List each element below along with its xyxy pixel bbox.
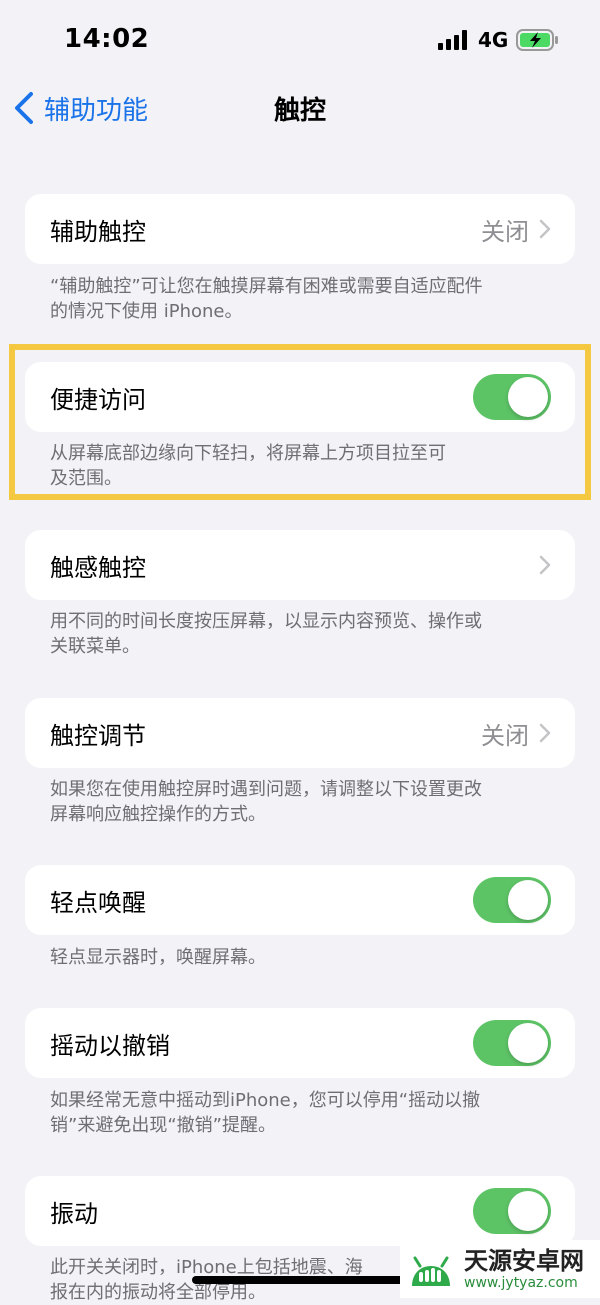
touch-accommodations-row[interactable]: 触控调节 关闭 bbox=[25, 698, 575, 768]
chevron-right-icon bbox=[539, 219, 551, 239]
row-label: 辅助触控 bbox=[50, 217, 146, 246]
tap-to-wake-toggle[interactable] bbox=[473, 877, 551, 923]
row-value: 关闭 bbox=[481, 217, 529, 246]
toggle-knob bbox=[508, 1191, 548, 1231]
row-label: 触感触控 bbox=[50, 553, 146, 582]
shake-to-undo-footnote: 如果经常无意中摇动到iPhone，您可以停用“摇动以撤 销”来避免出现“撤销”提… bbox=[50, 1090, 481, 1136]
android-logo-icon bbox=[412, 1256, 450, 1286]
tap-to-wake-row: 轻点唤醒 bbox=[25, 865, 575, 935]
tap-to-wake-footnote: 轻点显示器时，唤醒屏幕。 bbox=[50, 947, 266, 968]
reachability-row: 便捷访问 bbox=[25, 362, 575, 432]
battery-charging-icon bbox=[516, 29, 558, 51]
touch-accommodations-footnote: 如果您在使用触控屏时遇到问题，请调整以下设置更改 屏幕响应触控操作的方式。 bbox=[50, 779, 482, 825]
vibration-row: 振动 bbox=[25, 1176, 575, 1246]
toggle-knob bbox=[508, 377, 548, 417]
shake-to-undo-row: 摇动以撤销 bbox=[25, 1008, 575, 1078]
cellular-signal-icon bbox=[438, 30, 467, 50]
row-value: 关闭 bbox=[481, 721, 529, 750]
toggle-knob bbox=[508, 1023, 548, 1063]
status-bar: 14:02 4G bbox=[0, 0, 600, 80]
network-type: 4G bbox=[478, 28, 509, 52]
row-label: 摇动以撤销 bbox=[50, 1031, 170, 1060]
navigation-bar: 辅助功能 触控 bbox=[0, 80, 600, 136]
row-label: 轻点唤醒 bbox=[50, 888, 146, 917]
watermark-name: 天源安卓网 bbox=[464, 1247, 584, 1275]
vibration-toggle[interactable] bbox=[473, 1188, 551, 1234]
page-title: 触控 bbox=[273, 96, 326, 126]
status-time: 14:02 bbox=[64, 24, 150, 54]
row-label: 振动 bbox=[50, 1199, 98, 1228]
row-label: 便捷访问 bbox=[50, 385, 146, 414]
watermark-url: www.jytyaz.com bbox=[464, 1275, 578, 1291]
home-indicator[interactable] bbox=[192, 1276, 408, 1284]
watermark: 天源安卓网 www.jytyaz.com bbox=[400, 1240, 600, 1298]
row-label: 触控调节 bbox=[50, 721, 146, 750]
shake-to-undo-toggle[interactable] bbox=[473, 1020, 551, 1066]
reachability-toggle[interactable] bbox=[473, 374, 551, 420]
assistive-touch-footnote: “辅助触控”可让您在触摸屏幕有困难或需要自适应配件 的情况下使用 iPhone。 bbox=[50, 276, 483, 322]
haptic-touch-row[interactable]: 触感触控 bbox=[25, 530, 575, 600]
chevron-right-icon bbox=[539, 555, 551, 575]
haptic-touch-footnote: 用不同的时间长度按压屏幕，以显示内容预览、操作或 关联菜单。 bbox=[50, 611, 482, 657]
toggle-knob bbox=[508, 880, 548, 920]
assistive-touch-row[interactable]: 辅助触控 关闭 bbox=[25, 194, 575, 264]
reachability-footnote: 从屏幕底部边缘向下轻扫，将屏幕上方项目拉至可 及范围。 bbox=[50, 443, 446, 489]
chevron-right-icon bbox=[539, 723, 551, 743]
